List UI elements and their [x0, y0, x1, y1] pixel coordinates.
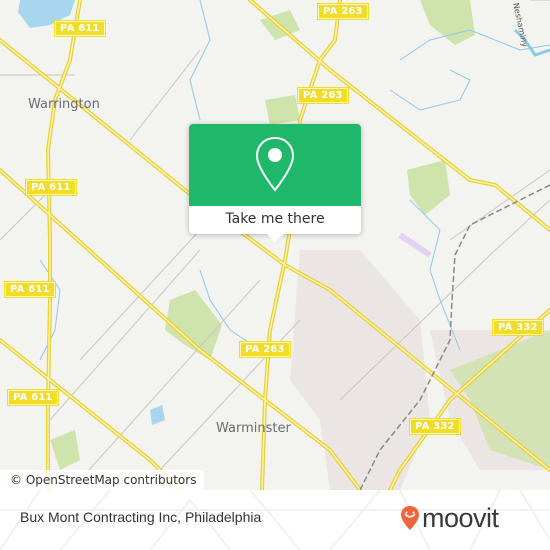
take-me-there-button[interactable]: Take me there [189, 206, 361, 234]
location-popup[interactable]: Take me there [189, 124, 361, 242]
park-area [265, 95, 300, 125]
road-label-pa611: PA 611 [7, 389, 59, 406]
place-label-warrington: Warrington [28, 97, 100, 112]
popup-header[interactable] [189, 124, 361, 206]
airstrip [398, 232, 432, 258]
popup-tail [267, 234, 283, 242]
moovit-pin-icon [401, 506, 419, 530]
road-label-pa263: PA 263 [297, 87, 349, 104]
park-area [50, 430, 80, 470]
moovit-wordmark: moovit [422, 502, 499, 533]
park-area [420, 0, 475, 45]
road-label-pa263: PA 263 [239, 341, 291, 358]
map-canvas [0, 0, 550, 490]
location-title: Bux Mont Contracting Inc, Philadelphia [20, 509, 262, 525]
moovit-logo[interactable]: moovit [400, 500, 499, 536]
place-label-warminster: Warminster [216, 421, 291, 436]
road-label-pa332: PA 332 [492, 319, 544, 336]
footer-bar: Bux Mont Contracting Inc, Philadelphia m… [0, 490, 550, 550]
road-label-pa611: PA 611 [4, 281, 56, 298]
location-pin-icon [255, 136, 295, 192]
pond [150, 405, 165, 425]
map-attribution[interactable]: © OpenStreetMap contributors [0, 470, 205, 490]
road-label-pa263: PA 263 [317, 3, 369, 20]
road-label-pa611: PA 611 [25, 179, 77, 196]
road-label-pa332: PA 332 [409, 418, 461, 435]
road-label-pa611: PA 611 [54, 20, 106, 37]
park-area [407, 160, 450, 215]
map-view[interactable]: PA 611 PA 263 PA 263 PA 611 PA 611 PA 61… [0, 0, 550, 490]
